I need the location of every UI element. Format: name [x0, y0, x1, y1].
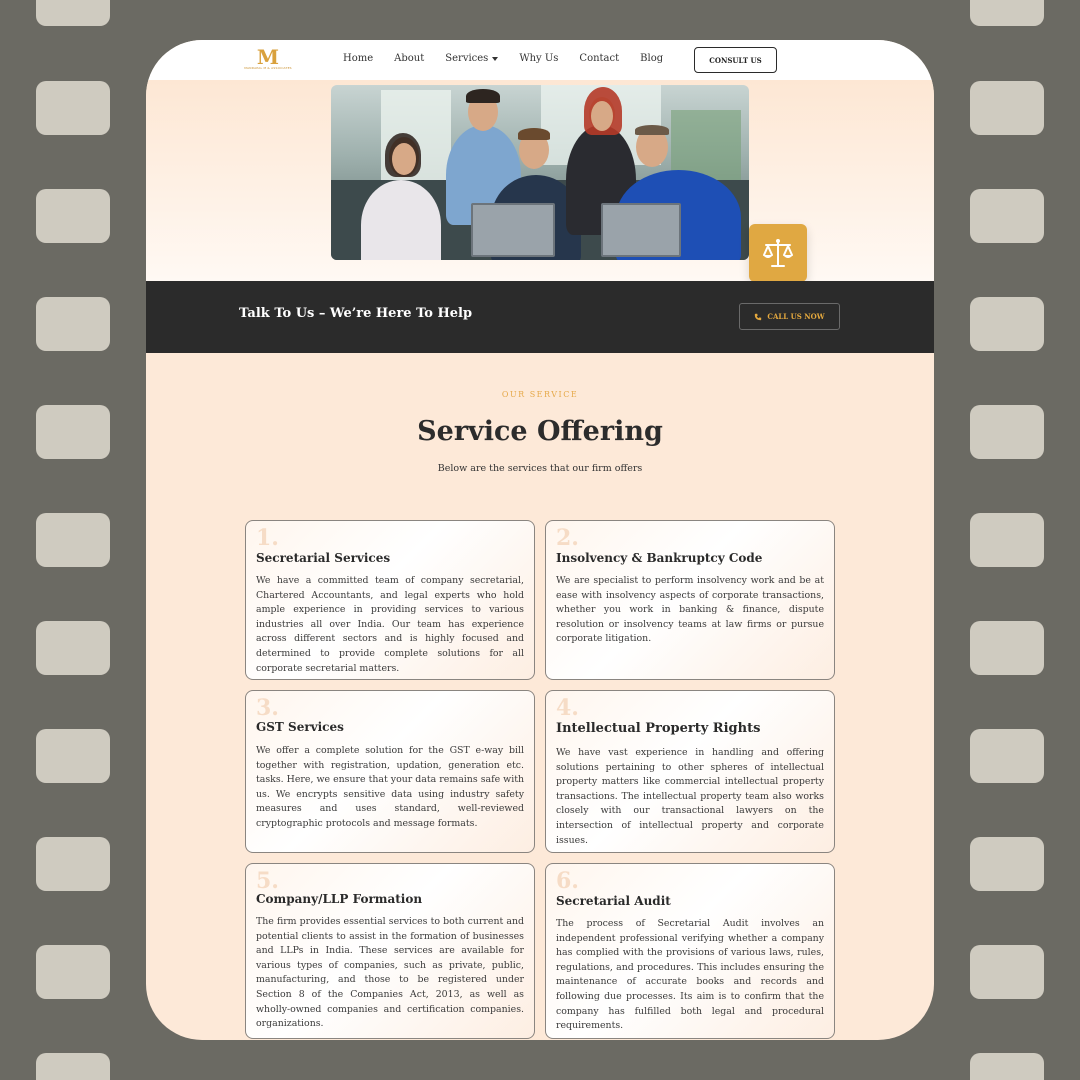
scales-of-justice-icon: [763, 239, 793, 267]
service-card[interactable]: 5. Company/LLP Formation The firm provid…: [245, 863, 535, 1039]
film-perforation: [970, 0, 1044, 26]
call-us-now-label: CALL US NOW: [767, 312, 825, 321]
phone-icon: [755, 313, 762, 320]
nav-why-us[interactable]: Why Us: [519, 53, 558, 64]
film-perforation: [36, 621, 110, 675]
service-card[interactable]: 1. Secretarial Services We have a commit…: [245, 520, 535, 680]
nav-blog[interactable]: Blog: [640, 53, 663, 64]
film-perforation: [36, 1053, 110, 1080]
service-number: 3.: [256, 695, 279, 721]
nav-about[interactable]: About: [394, 53, 424, 64]
logo-subtitle: MANDAPAL M & ASSOCIATES: [244, 66, 292, 70]
film-perforation: [36, 729, 110, 783]
section-eyebrow: OUR SERVICE: [501, 390, 579, 399]
service-title: Insolvency & Bankruptcy Code: [556, 551, 763, 565]
service-card[interactable]: 4. Intellectual Property Rights We have …: [545, 690, 835, 853]
film-perforation: [970, 729, 1044, 783]
service-title: Secretarial Services: [256, 551, 391, 565]
film-perforation: [36, 297, 110, 351]
nav-services-label: Services: [445, 53, 489, 64]
chevron-down-icon: [492, 56, 499, 61]
section-subtitle: Below are the services that our firm off…: [437, 463, 643, 474]
film-perforation: [970, 405, 1044, 459]
service-card[interactable]: 3. GST Services We offer a complete solu…: [245, 690, 535, 853]
hero-team-photo: [331, 85, 749, 260]
nav-services[interactable]: Services: [445, 53, 499, 64]
section-title: Service Offering: [417, 416, 663, 447]
film-perforation: [970, 81, 1044, 135]
film-perforation: [970, 189, 1044, 243]
service-number: 5.: [256, 868, 279, 894]
consult-us-button[interactable]: CONSULT US: [694, 47, 777, 73]
service-description: The firm provides essential services to …: [256, 916, 524, 1030]
film-perforation: [36, 945, 110, 999]
film-perforation: [36, 189, 110, 243]
service-title: GST Services: [256, 720, 344, 734]
service-number: 4.: [556, 695, 579, 721]
service-number: 6.: [556, 868, 579, 894]
film-perforation: [36, 405, 110, 459]
film-perforation: [970, 297, 1044, 351]
service-card[interactable]: 6. Secretarial Audit The process of Secr…: [545, 863, 835, 1039]
website-frame: M MANDAPAL M & ASSOCIATES Home About Ser…: [146, 40, 934, 1040]
justice-badge: [749, 224, 807, 282]
strip-title: Talk To Us – We’re Here To Help: [239, 306, 473, 321]
call-us-now-button[interactable]: CALL US NOW: [739, 303, 840, 330]
film-perforation: [36, 0, 110, 26]
film-perforation: [970, 513, 1044, 567]
site-logo[interactable]: M MANDAPAL M & ASSOCIATES: [240, 45, 296, 76]
logo-mark: M: [256, 45, 280, 69]
service-description: We are specialist to perform insolvency …: [556, 575, 824, 645]
nav-contact[interactable]: Contact: [579, 53, 619, 64]
service-description: The process of Secretarial Audit involve…: [556, 918, 824, 1032]
top-navbar: M MANDAPAL M & ASSOCIATES Home About Ser…: [146, 40, 934, 80]
film-perforation: [970, 945, 1044, 999]
nav-home[interactable]: Home: [343, 53, 373, 64]
main-menu: Home About Services Why Us Contact Blog: [343, 53, 684, 64]
contact-strip: Talk To Us – We’re Here To Help CALL US …: [146, 281, 934, 353]
film-perforation: [36, 837, 110, 891]
service-description: We have a committed team of company secr…: [256, 575, 524, 674]
service-description: We have vast experience in handling and …: [556, 747, 824, 846]
film-perforation: [970, 837, 1044, 891]
film-perforation: [970, 621, 1044, 675]
film-perforation: [36, 81, 110, 135]
service-title: Intellectual Property Rights: [556, 721, 761, 736]
service-description: We offer a complete solution for the GST…: [256, 745, 524, 829]
service-number: 2.: [556, 525, 579, 551]
film-perforation: [970, 1053, 1044, 1080]
film-perforation: [36, 513, 110, 567]
service-title: Company/LLP Formation: [256, 892, 423, 906]
service-number: 1.: [256, 525, 279, 551]
service-card[interactable]: 2. Insolvency & Bankruptcy Code We are s…: [545, 520, 835, 680]
service-title: Secretarial Audit: [556, 894, 671, 908]
